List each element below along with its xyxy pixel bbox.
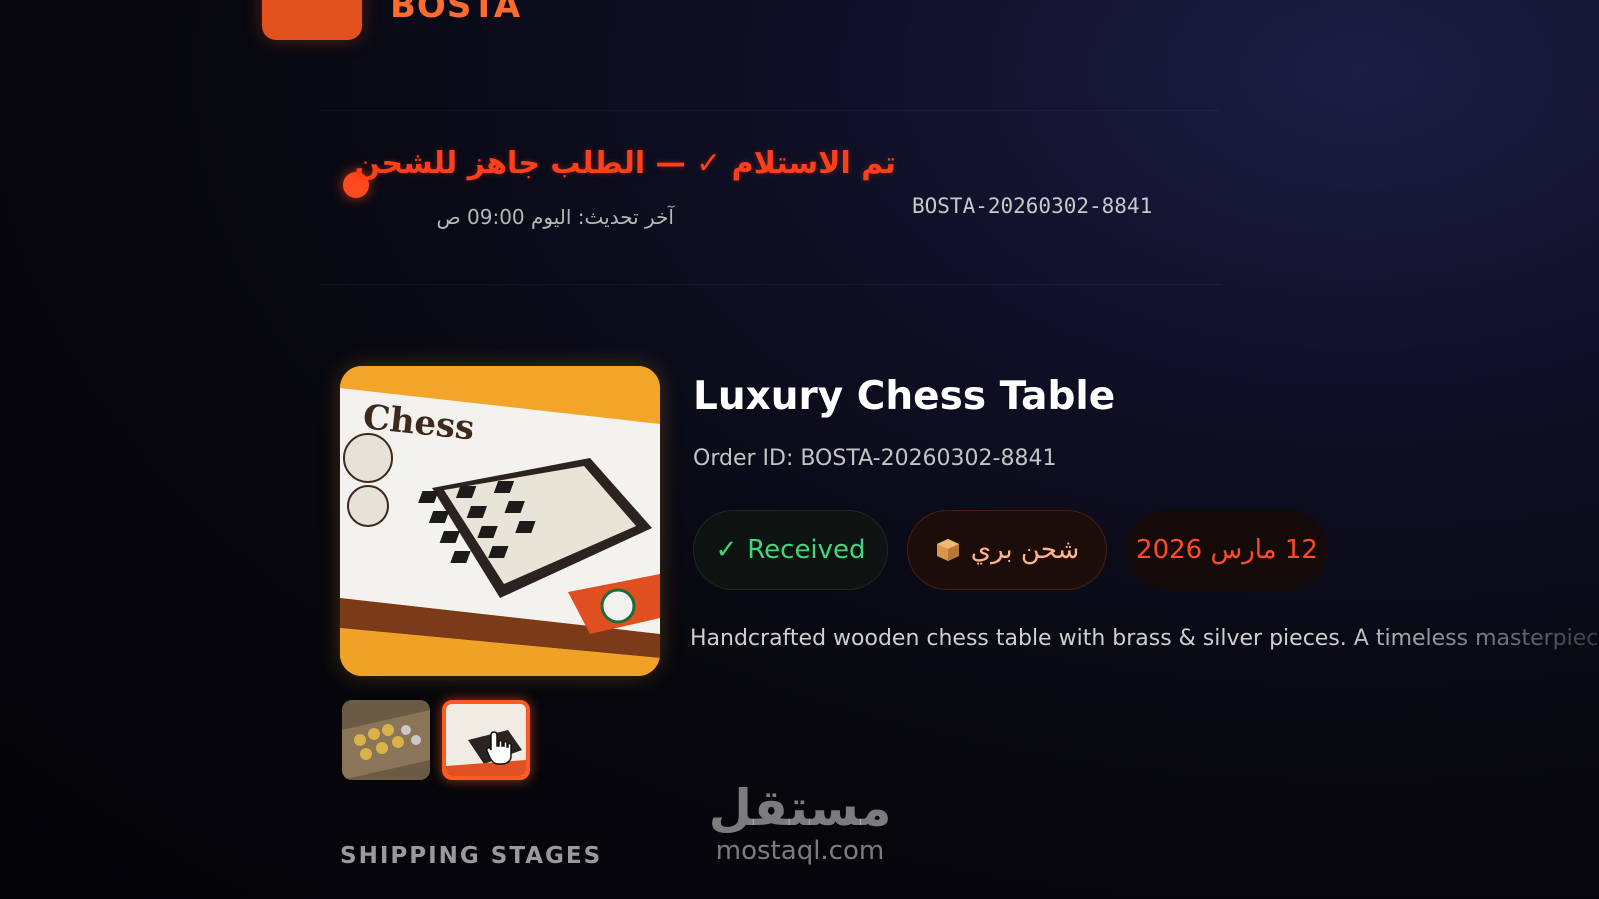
brand-logo[interactable] — [262, 0, 362, 40]
received-label: Received — [747, 535, 866, 565]
check-icon: ✓ — [715, 535, 738, 565]
delivery-date-label: 12 مارس 2026 — [1136, 535, 1318, 565]
chess-pieces-image — [342, 700, 430, 780]
product-title: Luxury Chess Table — [693, 374, 1116, 419]
status-order-number: BOSTA-20260302-8841 — [912, 194, 1153, 218]
delivery-date-badge: 12 مارس 2026 — [1126, 510, 1328, 590]
shipping-method-badge: شحن بري — [907, 510, 1107, 590]
product-main-image[interactable]: Chess — [340, 366, 660, 676]
brand-name: BOSTA — [390, 0, 522, 26]
mostaql-watermark: مستقل mostaql.com — [700, 780, 900, 866]
product-description: Handcrafted wooden chess table with bras… — [690, 626, 1599, 651]
order-id: Order ID: BOSTA-20260302-8841 — [693, 446, 1057, 471]
chess-box-image: Chess — [340, 366, 660, 676]
status-last-update: آخر تحديث: اليوم 09:00 ص — [436, 205, 674, 229]
chess-pieces-thumbnail[interactable] — [342, 700, 430, 780]
hand-cursor-icon — [486, 731, 512, 765]
received-status-badge: ✓ Received — [693, 510, 888, 590]
shipping-stages-heading: SHIPPING STAGES — [340, 843, 603, 869]
watermark-latin: mostaql.com — [715, 836, 885, 866]
watermark-arabic: مستقل — [708, 779, 892, 837]
status-title: تم الاستلام ✓ — الطلب جاهز للشحن — [354, 146, 896, 181]
shipping-label: شحن بري — [970, 535, 1080, 565]
package-icon — [936, 539, 959, 561]
